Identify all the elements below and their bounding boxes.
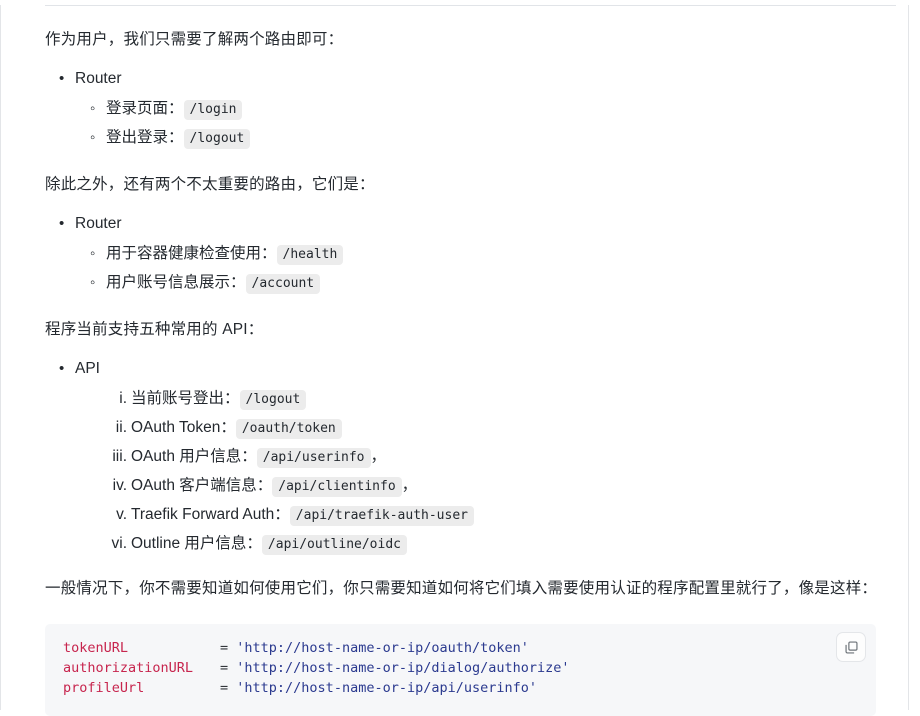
code-value: 'http://host-name-or-ip/api/userinfo' bbox=[236, 680, 538, 696]
paragraph-usage-note: 一般情况下，你不需要知道如何使用它们，你只需要知道如何将它们填入需要使用认证的程… bbox=[45, 580, 878, 597]
route-description: 登录页面： bbox=[106, 100, 184, 117]
route-description: 登出登录： bbox=[106, 129, 184, 146]
list-api: API 当前账号登出：/logout OAuth Token：/oauth/to… bbox=[45, 354, 897, 559]
list-item: 登出登录：/logout bbox=[90, 124, 897, 153]
list-item: Traefik Forward Auth：/api/traefik-auth-u… bbox=[101, 501, 897, 530]
code-block: tokenURL = 'http://host-name-or-ip/oauth/… bbox=[45, 624, 876, 716]
route-code: /account bbox=[245, 274, 321, 294]
route-description: 用户账号信息展示： bbox=[106, 274, 246, 291]
list-router-minor: Router 用于容器健康检查使用：/health 用户账号信息展示：/acco… bbox=[45, 209, 897, 298]
list-item: 用户账号信息展示：/account bbox=[90, 269, 897, 298]
api-code: /logout bbox=[239, 390, 307, 410]
code-line: profileUrl = 'http://host-name-or-ip/api/… bbox=[63, 678, 858, 698]
paragraph-minor-routes: 除此之外，还有两个不太重要的路由，它们是： bbox=[45, 176, 375, 193]
list-item-label: Router bbox=[75, 64, 122, 94]
code-value: 'http://host-name-or-ip/dialog/authorize… bbox=[236, 660, 570, 676]
sublist-api-endpoints: 当前账号登出：/logout OAuth Token：/oauth/token … bbox=[75, 385, 897, 559]
api-suffix: ， bbox=[401, 477, 418, 494]
code-line: authorizationURL = 'http://host-name-or-i… bbox=[63, 658, 858, 678]
api-description: Outline 用户信息： bbox=[131, 535, 262, 552]
list-item: Outline 用户信息：/api/outline/oidc bbox=[101, 530, 897, 559]
code-line: tokenURL = 'http://host-name-or-ip/oauth/… bbox=[63, 638, 858, 658]
list-router-main: Router 登录页面：/login 登出登录：/logout bbox=[45, 64, 897, 153]
paragraph-apis-intro: 程序当前支持五种常用的 API： bbox=[45, 321, 264, 338]
list-item: 当前账号登出：/logout bbox=[101, 385, 897, 414]
sublist-router-minor-routes: 用于容器健康检查使用：/health 用户账号信息展示：/account bbox=[75, 240, 897, 298]
copy-code-button[interactable] bbox=[836, 632, 866, 662]
api-description: OAuth 客户端信息： bbox=[131, 477, 273, 494]
list-item: API 当前账号登出：/logout OAuth Token：/oauth/to… bbox=[75, 354, 897, 559]
api-code: /oauth/token bbox=[235, 419, 342, 439]
api-suffix: ， bbox=[370, 448, 387, 465]
paragraph-intro-routes: 作为用户，我们只需要了解两个路由即可： bbox=[45, 31, 344, 48]
route-code: /logout bbox=[183, 129, 251, 149]
section-divider bbox=[45, 5, 896, 6]
list-item: OAuth 用户信息：/api/userinfo， bbox=[101, 443, 897, 472]
list-item: 用于容器健康检查使用：/health bbox=[90, 240, 897, 269]
list-item: OAuth Token：/oauth/token bbox=[101, 414, 897, 443]
copy-icon bbox=[844, 640, 859, 655]
code-operator: = bbox=[220, 660, 229, 676]
api-description: OAuth 用户信息： bbox=[131, 448, 257, 465]
code-block-content: tokenURL = 'http://host-name-or-ip/oauth/… bbox=[45, 638, 876, 698]
list-item: Router 用于容器健康检查使用：/health 用户账号信息展示：/acco… bbox=[75, 209, 897, 298]
list-item: Router 登录页面：/login 登出登录：/logout bbox=[75, 64, 897, 153]
code-key: tokenURL bbox=[63, 640, 129, 656]
route-code: /health bbox=[276, 245, 344, 265]
api-code: /api/traefik-auth-user bbox=[289, 506, 474, 526]
list-item-label: API bbox=[75, 354, 100, 384]
code-value: 'http://host-name-or-ip/oauth/token' bbox=[236, 640, 529, 656]
api-code: /api/outline/oidc bbox=[261, 535, 407, 555]
route-description: 用于容器健康检查使用： bbox=[106, 245, 277, 262]
list-item-label: Router bbox=[75, 209, 122, 239]
code-operator: = bbox=[220, 680, 229, 696]
code-key: authorizationURL bbox=[63, 660, 194, 676]
code-operator: = bbox=[220, 640, 229, 656]
code-key: profileUrl bbox=[63, 680, 145, 696]
document-frame: 作为用户，我们只需要了解两个路由即可： Router 登录页面：/login 登… bbox=[0, 5, 920, 716]
api-code: /api/userinfo bbox=[256, 448, 371, 468]
api-code: /api/clientinfo bbox=[272, 477, 402, 497]
api-description: Traefik Forward Auth： bbox=[131, 506, 290, 523]
api-description: 当前账号登出： bbox=[131, 390, 240, 407]
route-code: /login bbox=[183, 100, 243, 120]
sublist-router-main-routes: 登录页面：/login 登出登录：/logout bbox=[75, 95, 897, 153]
document-body: 作为用户，我们只需要了解两个路由即可： Router 登录页面：/login 登… bbox=[11, 5, 920, 716]
api-description: OAuth Token： bbox=[131, 419, 236, 436]
list-item: OAuth 客户端信息：/api/clientinfo， bbox=[101, 472, 897, 501]
list-item: 登录页面：/login bbox=[90, 95, 897, 124]
